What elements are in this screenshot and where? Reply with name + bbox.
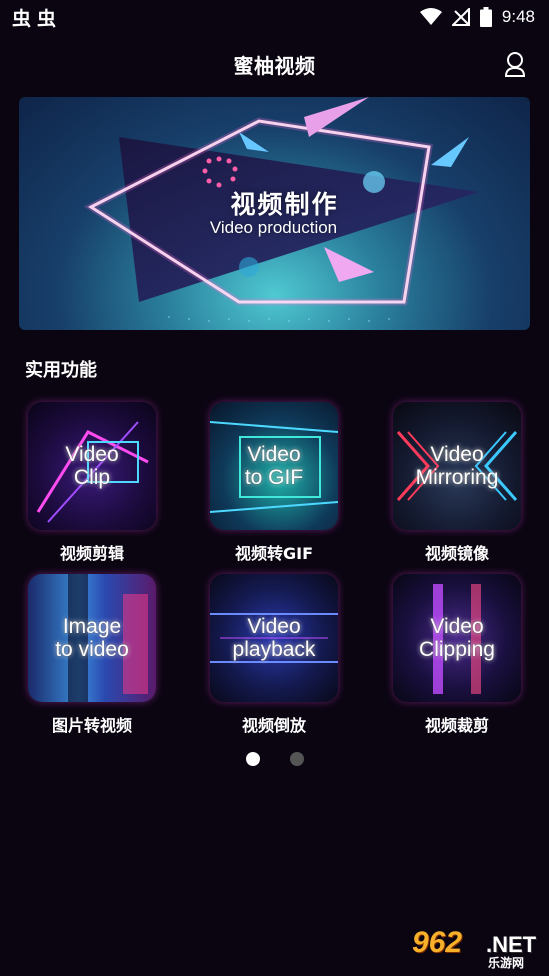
- feature-label: 视频转GIF: [234, 544, 314, 563]
- feature-thumb-text: Video Mirroring: [415, 443, 499, 489]
- feature-thumbnail: Image to video: [28, 574, 156, 702]
- feature-label: 视频裁剪: [424, 716, 489, 735]
- status-system: 9:48: [419, 7, 535, 27]
- user-profile-icon: [504, 52, 526, 77]
- feature-label: 图片转视频: [51, 716, 132, 735]
- feature-video-clipping[interactable]: Video Clipping 视频裁剪: [392, 574, 522, 736]
- feature-thumb-text: Video Clip: [65, 443, 119, 489]
- feature-video-clip[interactable]: Video Clip 视频剪辑: [27, 402, 157, 564]
- banner-subtitle: Video production: [209, 218, 338, 237]
- site-watermark-logo: 962 .NET 乐游网: [406, 926, 541, 972]
- status-bar: 虫 虫 9:48: [0, 0, 549, 34]
- feature-video-mirroring[interactable]: Video Mirroring 视频镜像: [392, 402, 522, 564]
- feature-thumb-text: Image to video: [55, 615, 129, 661]
- pager-dot-active[interactable]: [245, 752, 260, 766]
- wifi-icon: [419, 8, 442, 25]
- watermark-site: 乐游网: [488, 956, 525, 970]
- status-notifications: 虫 虫: [12, 4, 56, 31]
- feature-label: 视频镜像: [424, 544, 489, 563]
- bug-icon: 虫: [37, 7, 57, 30]
- status-time: 9:48: [501, 7, 535, 26]
- feature-label: 视频剪辑: [59, 544, 124, 563]
- bug-icon: 虫: [12, 7, 32, 30]
- profile-button[interactable]: [501, 50, 529, 78]
- feature-video-playback[interactable]: Video playback 视频倒放: [209, 574, 339, 736]
- feature-thumb-text: Video playback: [232, 615, 316, 661]
- banner-title: 视频制作: [230, 190, 339, 219]
- feature-thumbnail: Video to GIF: [210, 402, 338, 530]
- feature-thumbnail: Video Clip: [28, 402, 156, 530]
- app-header: 蜜柚视频: [0, 40, 549, 88]
- feature-thumbnail: Video Clipping: [393, 574, 521, 702]
- feature-thumbnail: Video playback: [210, 574, 338, 702]
- feature-thumbnail: Video Mirroring: [393, 402, 521, 530]
- feature-thumb-text: Video to GIF: [244, 443, 304, 489]
- section-title: 实用功能: [25, 360, 97, 381]
- feature-video-to-gif[interactable]: Video to GIF 视频转GIF: [209, 402, 339, 564]
- battery-icon: [479, 7, 492, 27]
- feature-thumb-text: Video Clipping: [419, 615, 495, 661]
- feature-label: 视频倒放: [241, 716, 306, 735]
- feature-image-to-video[interactable]: Image to video 图片转视频: [27, 574, 157, 736]
- banner[interactable]: 视频制作 Video production: [19, 97, 530, 330]
- no-signal-icon: [451, 8, 470, 26]
- app-title: 蜜柚视频: [233, 53, 316, 78]
- watermark-number: 962: [412, 926, 463, 959]
- pager: [0, 752, 549, 766]
- pager-dot[interactable]: [289, 752, 304, 766]
